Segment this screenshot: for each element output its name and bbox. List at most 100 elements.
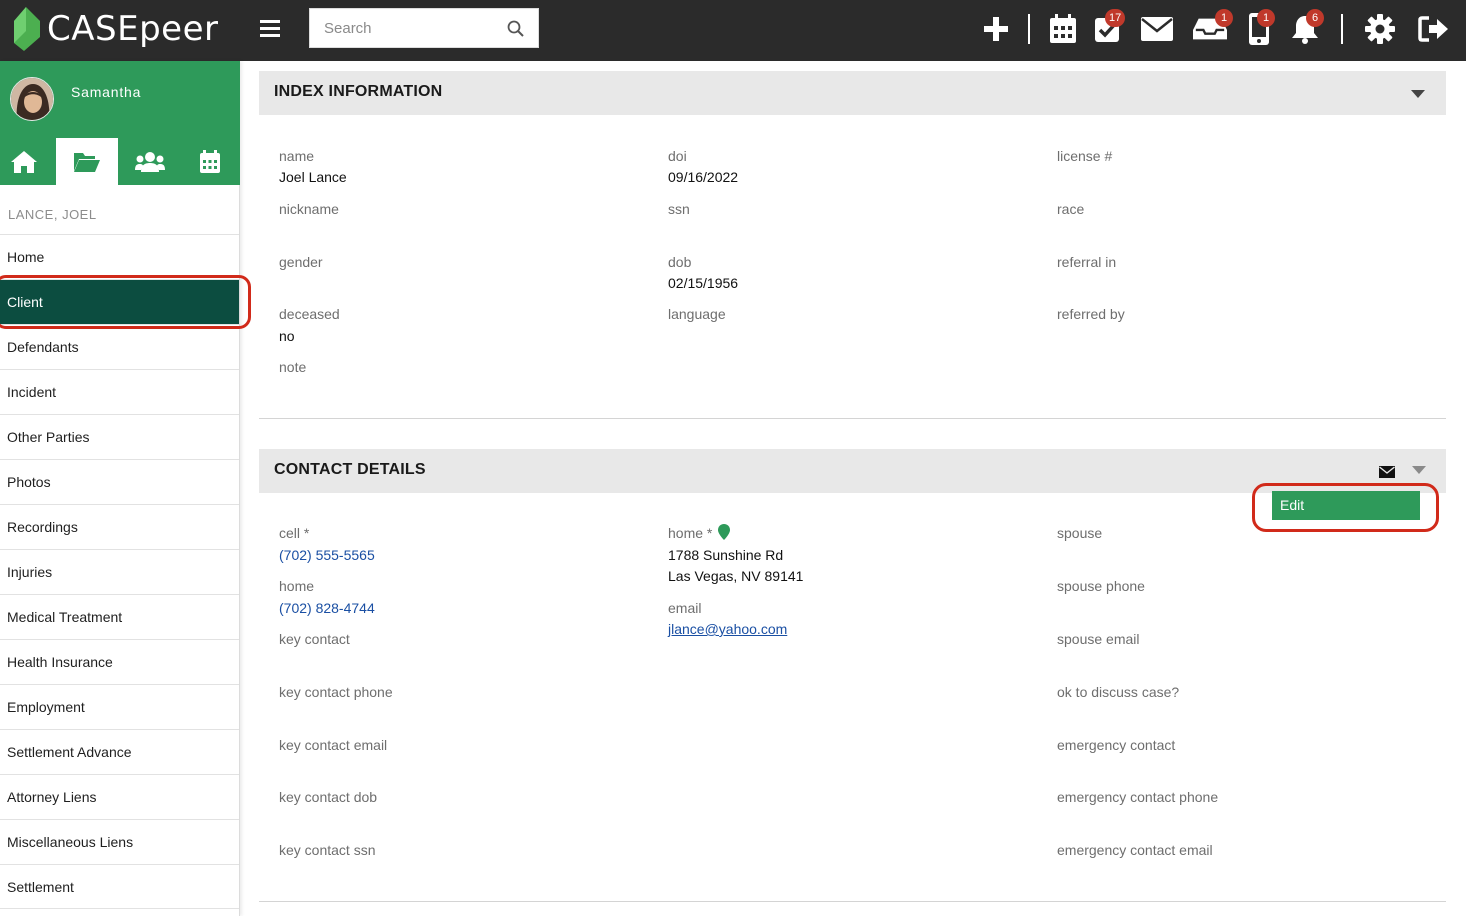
inbox-button[interactable]: 1 bbox=[1193, 9, 1233, 46]
mobile-messages-button[interactable]: 1 bbox=[1242, 9, 1276, 46]
notifications-count-badge: 6 bbox=[1306, 9, 1324, 27]
tab-calendar[interactable] bbox=[180, 138, 240, 185]
dob-value: 02/15/1956 bbox=[668, 275, 739, 291]
note-label: note bbox=[279, 359, 307, 375]
toolbar-separator bbox=[1028, 14, 1030, 44]
tab-dashboard[interactable] bbox=[0, 138, 54, 185]
spouse-email-label: spouse email bbox=[1057, 631, 1140, 647]
sidebar-item-injuries[interactable]: Injuries bbox=[0, 549, 239, 594]
sidebar-item-settlement[interactable]: Settlement bbox=[0, 864, 239, 909]
mail-button[interactable] bbox=[1140, 12, 1174, 46]
referral-in-label: referral in bbox=[1057, 254, 1117, 270]
contact-details-header[interactable]: CONTACT DETAILS bbox=[259, 449, 1446, 493]
plus-icon bbox=[984, 17, 1008, 41]
emergency-contact-phone-label: emergency contact phone bbox=[1057, 789, 1219, 805]
cell-label: cell * bbox=[279, 525, 310, 541]
email-client-icon[interactable] bbox=[1379, 466, 1395, 478]
sidebar-item-settlement-advance[interactable]: Settlement Advance bbox=[0, 729, 239, 774]
notifications-button[interactable]: 6 bbox=[1288, 9, 1324, 46]
sign-out-button[interactable] bbox=[1417, 12, 1451, 46]
doi-value: 09/16/2022 bbox=[668, 169, 739, 185]
emergency-contact-label: emergency contact bbox=[1057, 737, 1176, 753]
settings-button[interactable] bbox=[1363, 12, 1397, 46]
language-label: language bbox=[668, 306, 726, 322]
gender-label: gender bbox=[279, 254, 323, 270]
edit-contact-button[interactable]: Edit bbox=[1272, 491, 1420, 520]
sidebar-item-medical-treatment[interactable]: Medical Treatment bbox=[0, 594, 239, 639]
folder-open-icon bbox=[74, 152, 100, 172]
gear-icon bbox=[1365, 14, 1395, 44]
home-icon bbox=[11, 150, 37, 173]
section-divider bbox=[259, 901, 1446, 902]
address-line-1: 1788 Sunshine Rd bbox=[668, 547, 784, 563]
sidebar-item-recordings[interactable]: Recordings bbox=[0, 504, 239, 549]
tasks-count-badge: 17 bbox=[1105, 9, 1126, 27]
inbox-count-badge: 1 bbox=[1215, 9, 1233, 27]
name-label: name bbox=[279, 148, 315, 164]
sidebar-item-defendants[interactable]: Defendants bbox=[0, 324, 239, 369]
name-value: Joel Lance bbox=[279, 169, 347, 185]
case-name: LANCE, JOEL bbox=[8, 207, 97, 222]
sign-out-icon bbox=[1418, 16, 1448, 42]
index-information-header[interactable]: INDEX INFORMATION bbox=[259, 71, 1446, 115]
license-label: license # bbox=[1057, 148, 1113, 164]
calendar-icon bbox=[200, 149, 220, 173]
nickname-label: nickname bbox=[279, 201, 339, 217]
key-contact-phone-label: key contact phone bbox=[279, 684, 393, 700]
sidebar-item-photos[interactable]: Photos bbox=[0, 459, 239, 504]
collapse-caret-icon[interactable] bbox=[1412, 466, 1426, 474]
home-phone-link[interactable]: (702) 828-4744 bbox=[279, 600, 375, 616]
search-input[interactable] bbox=[310, 9, 500, 47]
sidebar-item-other-parties[interactable]: Other Parties bbox=[0, 414, 239, 459]
emergency-contact-email-label: emergency contact email bbox=[1057, 842, 1213, 858]
deceased-label: deceased bbox=[279, 306, 340, 322]
key-contact-email-label: key contact email bbox=[279, 737, 388, 753]
sidebar-item-employment[interactable]: Employment bbox=[0, 684, 239, 729]
collapse-caret-icon[interactable] bbox=[1411, 90, 1425, 98]
user-photo bbox=[11, 78, 53, 120]
sidebar-item-attorney-liens[interactable]: Attorney Liens bbox=[0, 774, 239, 819]
sidebar-item-client[interactable]: Client bbox=[0, 279, 239, 324]
logo-text: CASEpeer bbox=[47, 9, 219, 49]
sidebar-item-incident[interactable]: Incident bbox=[0, 369, 239, 414]
toolbar-separator bbox=[1341, 14, 1343, 44]
tasks-button[interactable]: 17 bbox=[1091, 9, 1126, 46]
spouse-label: spouse bbox=[1057, 525, 1103, 541]
sidebar-item-health-insurance[interactable]: Health Insurance bbox=[0, 639, 239, 684]
tab-contacts[interactable] bbox=[120, 138, 180, 185]
address-line-2: Las Vegas, NV 89141 bbox=[668, 568, 804, 584]
ok-to-discuss-label: ok to discuss case? bbox=[1057, 684, 1180, 700]
case-menu: Home Client Defendants Incident Other Pa… bbox=[0, 234, 239, 909]
avatar[interactable] bbox=[10, 77, 54, 121]
add-button[interactable] bbox=[979, 12, 1013, 46]
email-link[interactable]: jlance@yahoo.com bbox=[668, 621, 787, 637]
section-title: INDEX INFORMATION bbox=[274, 83, 443, 100]
race-label: race bbox=[1057, 201, 1085, 217]
key-contact-ssn-label: key contact ssn bbox=[279, 842, 376, 858]
sidebar-item-miscellaneous-liens[interactable]: Miscellaneous Liens bbox=[0, 819, 239, 864]
users-icon bbox=[135, 151, 165, 172]
search-box bbox=[309, 8, 539, 48]
cell-phone-link[interactable]: (702) 555-5565 bbox=[279, 547, 375, 563]
key-contact-dob-label: key contact dob bbox=[279, 789, 378, 805]
top-bar: CASEpeer Search 17 1 1 6 bbox=[0, 0, 1466, 61]
sidebar-item-home[interactable]: Home bbox=[0, 234, 239, 279]
ssn-label: ssn bbox=[668, 201, 690, 217]
casepeer-logo[interactable]: CASEpeer bbox=[10, 4, 218, 54]
deceased-value: no bbox=[279, 328, 295, 344]
mail-icon bbox=[1141, 17, 1173, 41]
doi-label: doi bbox=[668, 148, 687, 164]
sidebar-nav-tabs bbox=[0, 138, 240, 185]
calendar-button[interactable] bbox=[1046, 12, 1080, 46]
search-icon[interactable] bbox=[507, 20, 524, 37]
key-contact-label: key contact bbox=[279, 631, 350, 647]
hamburger-menu-icon[interactable] bbox=[258, 16, 282, 40]
user-name[interactable]: Samantha bbox=[71, 84, 141, 100]
tab-cases[interactable] bbox=[56, 138, 118, 185]
dob-label: dob bbox=[668, 254, 692, 270]
home-phone-label: home bbox=[279, 578, 315, 594]
referred-by-label: referred by bbox=[1057, 306, 1125, 322]
spouse-phone-label: spouse phone bbox=[1057, 578, 1145, 594]
section-title: CONTACT DETAILS bbox=[274, 461, 426, 478]
map-pin-icon[interactable] bbox=[718, 524, 730, 540]
